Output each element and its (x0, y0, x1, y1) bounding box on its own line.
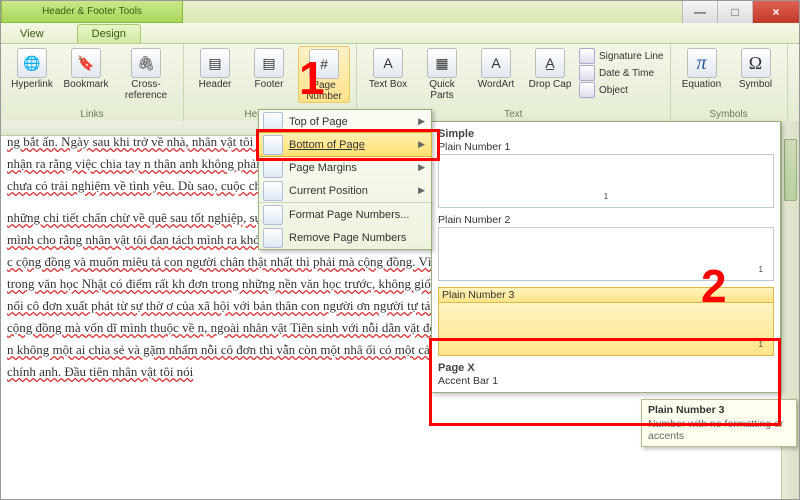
crossref-icon: 🖇 (131, 48, 161, 78)
bookmark-icon: 🔖 (71, 48, 101, 78)
window-buttons: — □ × (682, 1, 799, 23)
gallery-item-plain-3[interactable]: Plain Number 3 1 (438, 287, 774, 356)
object-button[interactable]: Object (579, 82, 664, 98)
gallery-item-accent-1[interactable]: Accent Bar 1 (438, 375, 774, 387)
group-links: 🌐Hyperlink 🔖Bookmark 🖇Cross-reference Li… (1, 44, 184, 122)
context-group-label: Header & Footer Tools (42, 6, 142, 17)
page-number-menu: Top of Page▶ Bottom of Page▶ Page Margin… (258, 109, 432, 250)
tooltip-title: Plain Number 3 (648, 404, 790, 416)
maximize-button[interactable]: □ (717, 1, 752, 23)
menu-current-position[interactable]: Current Position▶ (259, 179, 431, 202)
equation-button[interactable]: πEquation (677, 46, 727, 90)
omega-icon: Ω (741, 48, 771, 78)
signature-line-button[interactable]: Signature Line (579, 48, 664, 64)
ribbon-tabs: View Design (1, 23, 799, 44)
page-number-button[interactable]: #Page Number (298, 46, 350, 103)
cross-reference-button[interactable]: 🖇Cross-reference (115, 46, 177, 101)
gallery-preview: 1 (438, 154, 774, 208)
pi-icon: π (687, 48, 717, 78)
wordart-button[interactable]: AWordArt (471, 46, 521, 90)
chevron-right-icon: ▶ (418, 162, 425, 173)
dropcap-button[interactable]: A̲Drop Cap (525, 46, 575, 90)
group-label: Symbols (677, 108, 781, 120)
chevron-right-icon: ▶ (418, 185, 425, 196)
page-margins-icon (263, 158, 283, 178)
menu-bottom-of-page[interactable]: Bottom of Page▶ (258, 132, 432, 157)
menu-format-page-numbers[interactable]: Format Page Numbers... (259, 202, 431, 226)
quickparts-icon: ▦ (427, 48, 457, 78)
group-symbols: πEquation ΩSymbol Symbols (671, 44, 788, 122)
close-button[interactable]: × (752, 1, 799, 23)
tab-design[interactable]: Design (77, 24, 141, 43)
footer-icon: ▤ (254, 48, 284, 78)
menu-page-margins[interactable]: Page Margins▶ (259, 156, 431, 179)
pagenum-icon: # (309, 49, 339, 79)
scrollbar-thumb[interactable] (784, 139, 797, 201)
header-button[interactable]: ▤Header (190, 46, 240, 90)
globe-icon: 🌐 (17, 48, 47, 78)
menu-remove-page-numbers[interactable]: Remove Page Numbers (259, 226, 431, 249)
minimize-button[interactable]: — (682, 1, 717, 23)
current-position-icon (263, 181, 283, 201)
context-tab-header: Header & Footer Tools (1, 1, 183, 23)
remove-icon (263, 228, 283, 248)
header-icon: ▤ (200, 48, 230, 78)
page-top-icon (263, 112, 283, 132)
chevron-right-icon: ▶ (418, 116, 425, 127)
gallery-section-header: Page X (438, 362, 774, 374)
footer-button[interactable]: ▤Footer (244, 46, 294, 90)
group-label: Links (7, 108, 177, 120)
page-bottom-icon (263, 135, 283, 155)
symbol-button[interactable]: ΩSymbol (731, 46, 781, 90)
textbox-button[interactable]: AText Box (363, 46, 413, 90)
dropcap-icon: A̲ (535, 48, 565, 78)
gallery-preview: 1 (438, 227, 774, 281)
format-icon (263, 205, 283, 225)
gallery-preview: 1 (438, 302, 774, 356)
tooltip-description: Number with no formatting or accents (648, 418, 790, 442)
tooltip: Plain Number 3 Number with no formatting… (641, 399, 797, 447)
object-icon (579, 82, 595, 98)
chevron-right-icon: ▶ (418, 139, 425, 150)
menu-top-of-page[interactable]: Top of Page▶ (259, 110, 431, 133)
gallery-section-header: Simple (438, 128, 774, 140)
bookmark-button[interactable]: 🔖Bookmark (61, 46, 111, 90)
tab-view[interactable]: View (5, 24, 59, 43)
gallery-item-plain-2[interactable]: Plain Number 2 1 (438, 214, 774, 281)
date-time-button[interactable]: Date & Time (579, 65, 664, 81)
signature-icon (579, 48, 595, 64)
textbox-icon: A (373, 48, 403, 78)
titlebar: Header & Footer Tools — □ × (1, 1, 799, 23)
wordart-icon: A (481, 48, 511, 78)
page-number-gallery: Simple Plain Number 1 1 Plain Number 2 1… (431, 121, 781, 393)
hyperlink-button[interactable]: 🌐Hyperlink (7, 46, 57, 90)
gallery-item-plain-1[interactable]: Plain Number 1 1 (438, 141, 774, 208)
quickparts-button[interactable]: ▦Quick Parts (417, 46, 467, 101)
datetime-icon (579, 65, 595, 81)
